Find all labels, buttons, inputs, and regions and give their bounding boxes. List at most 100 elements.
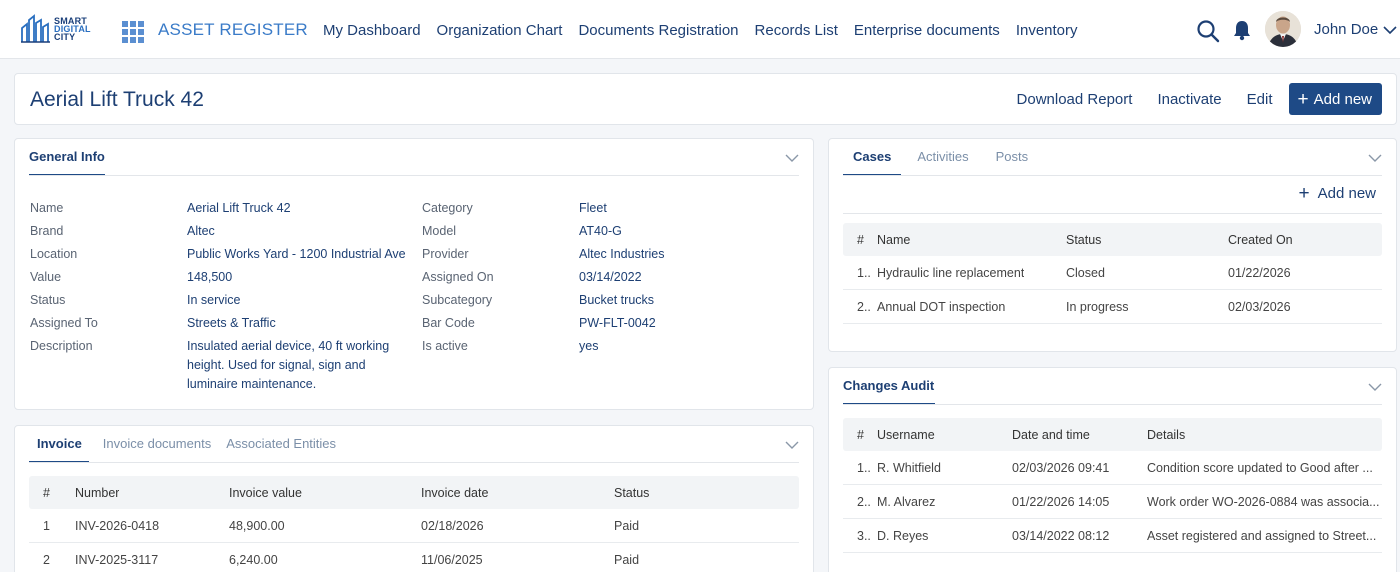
field-label: Description	[30, 339, 93, 353]
cell: M. Alvarez	[877, 495, 936, 509]
field-value: Aerial Lift Truck 42	[187, 201, 291, 215]
column-header[interactable]: Invoice date	[421, 486, 488, 500]
nav-records-list[interactable]: Records List	[755, 22, 838, 39]
logo-text: SMART DIGITAL CITY	[54, 17, 91, 42]
inactivate-button[interactable]: Inactivate	[1157, 91, 1221, 108]
column-header[interactable]: Created On	[1228, 233, 1293, 247]
cell: Hydraulic line replacement	[877, 266, 1025, 280]
add-new-label: Add new	[1313, 90, 1372, 108]
field-label: Name	[30, 201, 64, 215]
add-case-button[interactable]: + Add new	[1298, 183, 1376, 204]
collapse-chevron-icon[interactable]	[1368, 153, 1382, 163]
cell: 1..	[857, 461, 871, 475]
main-nav: My Dashboard Organization Chart Document…	[323, 22, 1078, 39]
divider	[843, 213, 1382, 214]
tab-invoice[interactable]: Invoice	[29, 436, 89, 463]
general-info-panel: General Info Name Aerial Lift Truck 42 B…	[14, 138, 814, 410]
cell: Asset registered and assigned to Street.…	[1147, 529, 1377, 543]
nav-my-dashboard[interactable]: My Dashboard	[323, 22, 421, 39]
cell: Condition score updated to Good after ..…	[1147, 461, 1373, 475]
user-name[interactable]: John Doe	[1314, 21, 1378, 38]
tab-activities[interactable]: Activities	[917, 149, 968, 176]
cell: 6,240.00	[229, 553, 278, 567]
page-title: Aerial Lift Truck 42	[30, 88, 204, 111]
nav-enterprise-documents[interactable]: Enterprise documents	[854, 22, 1000, 39]
field-label: Category	[422, 201, 473, 215]
field-label: Is active	[422, 339, 468, 353]
table-row[interactable]: 1 INV-2026-0418 48,900.00 02/18/2026 Pai…	[29, 509, 799, 543]
column-header[interactable]: #	[857, 233, 864, 247]
asset-header-card: Aerial Lift Truck 42 Download Report Ina…	[14, 73, 1397, 125]
cases-tabs: Cases Activities Posts	[843, 149, 1043, 176]
search-icon[interactable]	[1196, 19, 1220, 43]
field-label: Location	[30, 247, 78, 261]
field-value: Streets & Traffic	[187, 316, 276, 330]
field-value: Altec	[187, 224, 215, 238]
table-row[interactable]: 3.. D. Reyes 03/14/2022 08:12 Asset regi…	[843, 519, 1382, 553]
description-value: Insulated aerial device, 40 ft working h…	[187, 337, 389, 394]
cell: Annual DOT inspection	[877, 300, 1006, 314]
field-label: Bar Code	[422, 316, 475, 330]
column-header[interactable]: Number	[75, 486, 119, 500]
general-info-tabs: General Info	[29, 149, 120, 176]
tab-changes-audit[interactable]: Changes Audit	[843, 378, 936, 405]
column-header[interactable]: Details	[1147, 428, 1185, 442]
cell: INV-2025-3117	[75, 553, 159, 567]
plus-icon: +	[1297, 88, 1309, 110]
table-row[interactable]: 2.. M. Alvarez 01/22/2026 14:05 Work ord…	[843, 485, 1382, 519]
column-header[interactable]: Username	[877, 428, 935, 442]
table-row[interactable]: 1.. R. Whitfield 02/03/2026 09:41 Condit…	[843, 451, 1382, 485]
add-new-button[interactable]: + Add new	[1288, 83, 1382, 115]
tab-general-info[interactable]: General Info	[29, 149, 105, 176]
column-header[interactable]: Date and time	[1012, 428, 1090, 442]
tab-posts[interactable]: Posts	[996, 149, 1029, 176]
table-row[interactable]: 2 INV-2025-3117 6,240.00 11/06/2025 Paid	[29, 543, 799, 572]
download-report-button[interactable]: Download Report	[1017, 91, 1133, 108]
cell: R. Whitfield	[877, 461, 941, 475]
column-header[interactable]: #	[43, 486, 50, 500]
column-header[interactable]: #	[857, 428, 864, 442]
collapse-chevron-icon[interactable]	[785, 153, 799, 163]
field-value: Bucket trucks	[579, 293, 655, 307]
field-value: Public Works Yard - 1200 Industrial Ave	[187, 247, 406, 261]
cell: 48,900.00	[229, 519, 285, 533]
column-header[interactable]: Invoice value	[229, 486, 302, 500]
cell: 02/03/2026	[1228, 300, 1291, 314]
field-value: Altec Industries	[579, 247, 665, 261]
column-header[interactable]: Status	[614, 486, 649, 500]
table-row[interactable]: 2.. Annual DOT inspection In progress 02…	[843, 290, 1382, 324]
divider	[843, 175, 1382, 176]
app-title[interactable]: ASSET REGISTER	[158, 20, 308, 40]
nav-organization-chart[interactable]: Organization Chart	[437, 22, 563, 39]
field-value: yes	[579, 339, 599, 353]
chevron-down-icon[interactable]	[1383, 25, 1397, 35]
edit-button[interactable]: Edit	[1247, 91, 1273, 108]
collapse-chevron-icon[interactable]	[1368, 382, 1382, 392]
description-line: luminaire maintenance.	[187, 377, 317, 391]
description-line: Insulated aerial device, 40 ft working	[187, 339, 390, 353]
bell-icon[interactable]	[1231, 19, 1253, 41]
smart-digital-city-logo[interactable]: SMART DIGITAL CITY	[20, 14, 102, 44]
cell: 02/03/2026 09:41	[1012, 461, 1110, 475]
field-label: Subcategory	[422, 293, 493, 307]
nav-inventory[interactable]: Inventory	[1016, 22, 1078, 39]
field-label: Value	[30, 270, 62, 284]
field-label: Model	[422, 224, 457, 238]
description-line: height. Used for signal, sign and	[187, 358, 366, 372]
table-row[interactable]: 1.. Hydraulic line replacement Closed 01…	[843, 256, 1382, 290]
apps-grid-icon[interactable]	[122, 21, 144, 43]
field-value: PW-FLT-0042	[579, 316, 656, 330]
logo-line: CITY	[54, 32, 76, 42]
cell: 2..	[857, 300, 871, 314]
cell: 01/22/2026 14:05	[1012, 495, 1110, 509]
collapse-chevron-icon[interactable]	[785, 440, 799, 450]
column-header[interactable]: Name	[877, 233, 910, 247]
column-header[interactable]: Status	[1066, 233, 1101, 247]
tab-cases[interactable]: Cases	[843, 149, 902, 176]
avatar[interactable]	[1265, 11, 1301, 47]
tab-associated-entities[interactable]: Associated Entities	[226, 436, 336, 463]
plus-icon: +	[1298, 183, 1310, 204]
nav-documents-registration[interactable]: Documents Registration	[578, 22, 738, 39]
tab-invoice-documents[interactable]: Invoice documents	[103, 436, 211, 463]
field-value: In service	[187, 293, 241, 307]
